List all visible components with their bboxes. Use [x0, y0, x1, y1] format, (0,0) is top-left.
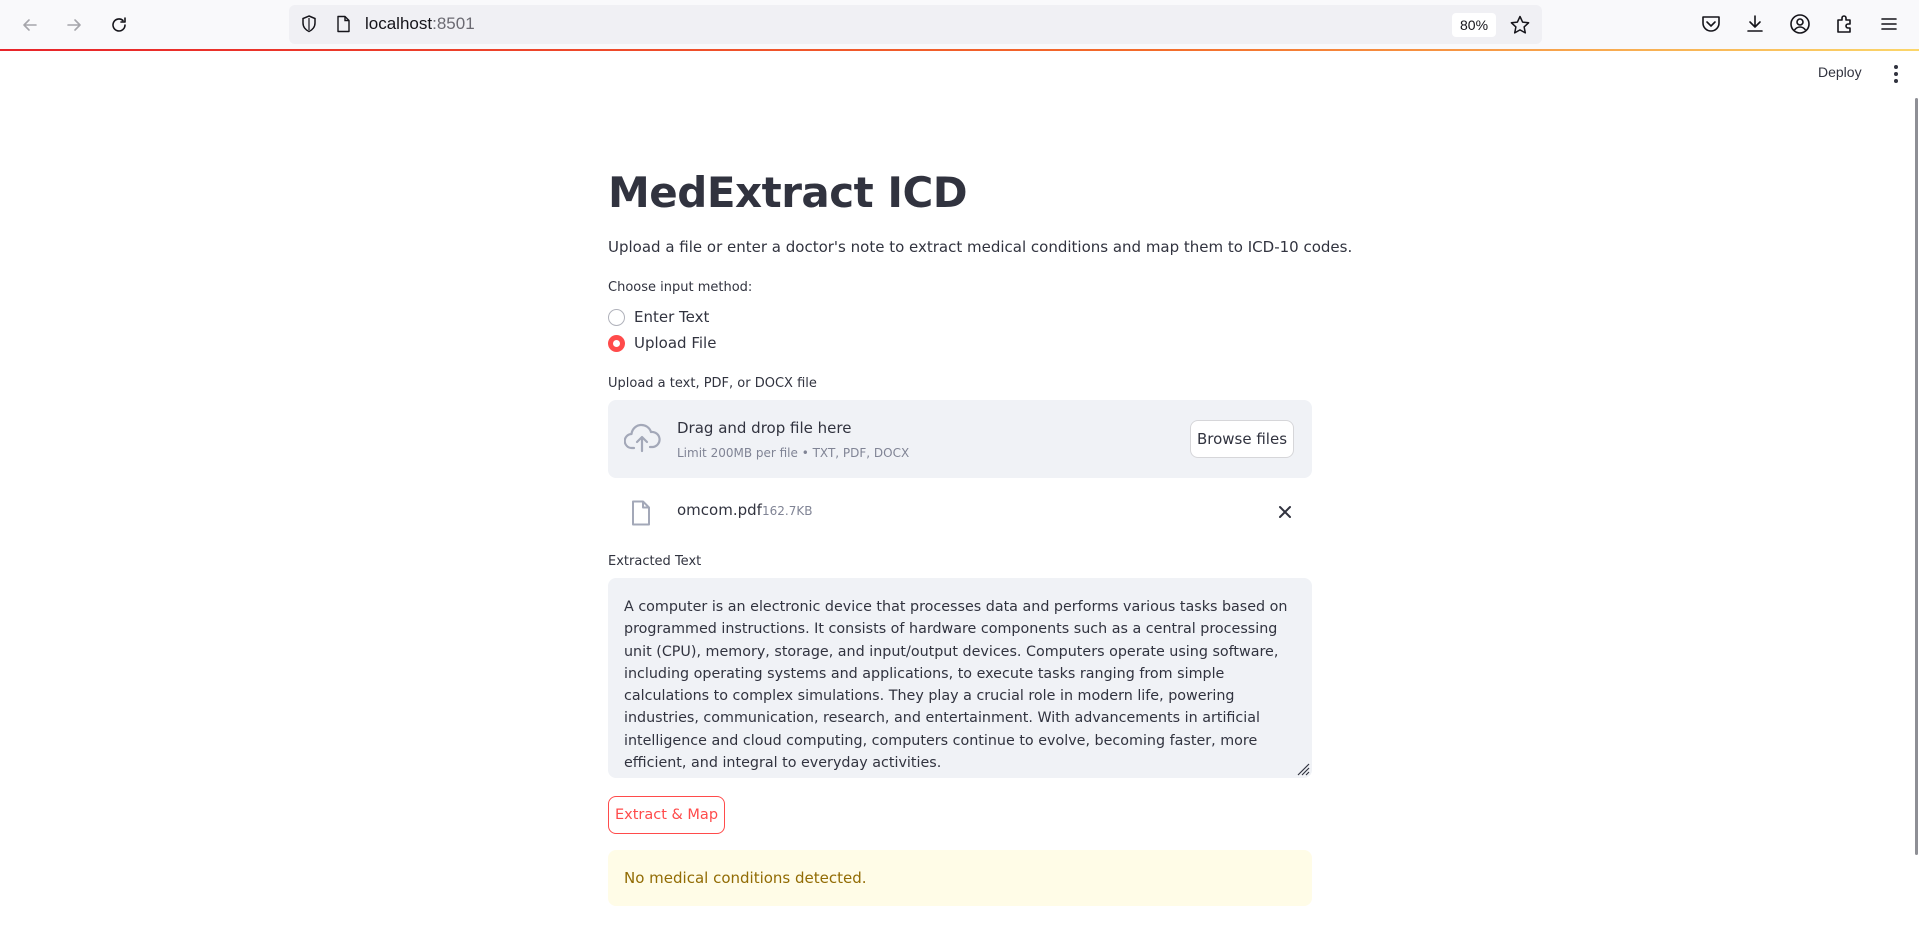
extract-map-button[interactable]: Extract & Map: [608, 796, 725, 834]
more-options-icon[interactable]: [1893, 65, 1899, 83]
arrow-right-icon: [67, 19, 81, 31]
extracted-text-area[interactable]: A computer is an electronic device that …: [608, 578, 1312, 778]
pocket-icon[interactable]: [1699, 12, 1723, 36]
account-icon[interactable]: [1788, 12, 1812, 36]
radio-enter-text[interactable]: Enter Text: [608, 307, 709, 327]
reload-icon: [112, 17, 126, 32]
resize-grip-icon[interactable]: [1294, 760, 1310, 776]
dropzone-title: Drag and drop file here: [677, 419, 852, 437]
url-port: :8501: [432, 14, 475, 33]
file-dropzone[interactable]: Drag and drop file here Limit 200MB per …: [608, 400, 1312, 478]
warning-alert: No medical conditions detected.: [608, 850, 1312, 906]
radio-label: Enter Text: [634, 308, 710, 326]
dropzone-limit: Limit 200MB per file • TXT, PDF, DOCX: [677, 446, 910, 460]
uploaded-file-row: omcom.pdf 162.7KB: [608, 494, 1312, 530]
file-icon: [632, 500, 650, 526]
extracted-text-label: Extracted Text: [608, 554, 702, 569]
forward-button[interactable]: [59, 10, 89, 40]
reload-button[interactable]: [104, 10, 134, 40]
radio-circle[interactable]: [608, 308, 625, 326]
url-bar[interactable]: localhost:8501 80%: [289, 5, 1542, 44]
browser-toolbar: localhost:8501 80%: [0, 0, 1919, 49]
back-button[interactable]: [15, 10, 45, 40]
file-size: 162.7KB: [762, 504, 813, 518]
scrollbar[interactable]: [1915, 98, 1918, 855]
radio-upload-file[interactable]: Upload File: [608, 333, 716, 353]
upload-label: Upload a text, PDF, or DOCX file: [608, 376, 817, 391]
cloud-upload-icon: [624, 423, 661, 453]
shield-icon[interactable]: [299, 14, 319, 34]
radio-label: Upload File: [634, 334, 717, 352]
zoom-level[interactable]: 80%: [1452, 13, 1497, 37]
url-text[interactable]: localhost:8501: [365, 14, 475, 34]
page-load-bar: [0, 49, 1919, 51]
download-icon[interactable]: [1743, 12, 1767, 36]
radio-circle-selected[interactable]: [608, 334, 625, 352]
input-method-label: Choose input method:: [608, 280, 753, 295]
extracted-text-content: A computer is an electronic device that …: [624, 599, 1288, 772]
alert-text: No medical conditions detected.: [624, 869, 867, 887]
arrow-left-icon: [23, 19, 37, 31]
page-title: MedExtract ICD: [608, 168, 968, 217]
page-description: Upload a file or enter a doctor's note t…: [608, 238, 1353, 256]
bookmark-star-icon[interactable]: [1509, 14, 1531, 36]
file-name: omcom.pdf: [677, 501, 762, 519]
extensions-icon[interactable]: [1833, 12, 1857, 36]
browse-files-button[interactable]: Browse files: [1190, 420, 1294, 458]
close-icon[interactable]: [1276, 503, 1294, 521]
page-icon: [337, 15, 350, 33]
url-host: localhost: [365, 14, 433, 33]
deploy-button[interactable]: Deploy: [1818, 64, 1862, 80]
menu-icon[interactable]: [1877, 12, 1901, 36]
